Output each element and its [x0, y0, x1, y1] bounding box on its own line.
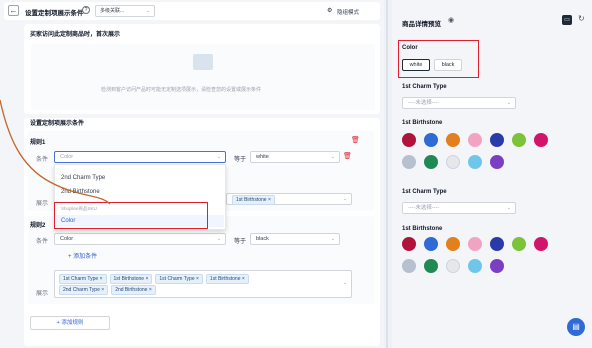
- condition-editor-panel: ← 设置定制项展示条件 ? 多级关联... ⌄ ⚙ 隐组模式 买家访问此定制商品…: [0, 0, 384, 348]
- rule-2-operator: 等于: [234, 239, 247, 245]
- chevron-down-icon: ⌄: [330, 236, 335, 242]
- gem-swatch[interactable]: [490, 237, 504, 251]
- birthstone-1-gems: [400, 131, 570, 177]
- chevron-down-icon: ⌄: [216, 154, 221, 160]
- editor-header: ← 设置定制项展示条件 ? 多级关联... ⌄ ⚙ 隐组模式: [4, 2, 380, 20]
- first-display-title: 买家访问此定制商品时，首次展示: [30, 32, 121, 38]
- rule-2-field-value: Color: [60, 236, 74, 242]
- display-tag[interactable]: 1st Charm Type ×: [155, 274, 203, 284]
- help-icon[interactable]: ?: [82, 6, 90, 14]
- color-swatch-black[interactable]: black: [434, 59, 462, 71]
- gem-swatch[interactable]: [446, 237, 460, 251]
- display-tag[interactable]: 2nd Birthstone ×: [111, 285, 156, 295]
- page-title: 设置定制项展示条件: [25, 10, 84, 17]
- preview-title: 商品详情预览: [402, 21, 441, 28]
- gem-swatch[interactable]: [468, 259, 482, 273]
- gem-swatch[interactable]: [446, 133, 460, 147]
- gem-swatch[interactable]: [468, 133, 482, 147]
- chevron-down-icon: ⌄: [330, 154, 335, 160]
- rule-2-tags-row-2: 2nd Charm Type × 2nd Birthstone ×: [59, 285, 347, 295]
- chevron-down-icon: ⌄: [506, 205, 511, 211]
- rule-1-value-select[interactable]: white ⌄: [250, 151, 340, 163]
- charm-type-2-placeholder: ----未选择----: [408, 205, 440, 211]
- chevron-down-icon: ⌄: [342, 196, 347, 202]
- rule-2-value: black: [256, 236, 269, 242]
- gem-swatch[interactable]: [446, 155, 460, 169]
- eye-icon[interactable]: ◉: [448, 16, 454, 24]
- rule-2-condition-label: 条件: [36, 239, 49, 245]
- gem-swatch[interactable]: [512, 237, 526, 251]
- panel-divider: [386, 0, 388, 348]
- birthstone-1-label: 1st Birthstone: [402, 120, 443, 126]
- rule-2-label: 规则2: [30, 223, 46, 229]
- gem-swatch[interactable]: [402, 237, 416, 251]
- linkage-dropdown-label: 多级关联...: [100, 8, 125, 14]
- gem-swatch[interactable]: [424, 155, 438, 169]
- gem-swatch[interactable]: [512, 133, 526, 147]
- color-swatch-label: black: [441, 62, 455, 68]
- gem-swatch[interactable]: [490, 133, 504, 147]
- back-button[interactable]: ←: [8, 5, 19, 16]
- gem-swatch[interactable]: [490, 259, 504, 273]
- layout-mode-icon[interactable]: ⚙: [327, 7, 332, 14]
- charm-type-1-placeholder: ----未选择----: [408, 100, 440, 106]
- rule-1-operator: 等于: [234, 157, 247, 163]
- gem-swatch[interactable]: [402, 155, 416, 169]
- display-tag[interactable]: 1st Charm Type ×: [59, 274, 107, 284]
- chevron-down-icon: ⌄: [342, 280, 347, 286]
- rule-1-value: white: [256, 154, 269, 160]
- charm-type-1-label: 1st Charm Type: [402, 84, 447, 90]
- gem-swatch[interactable]: [424, 259, 438, 273]
- display-tag[interactable]: 1st Birthstone ×: [205, 274, 249, 284]
- linkage-dropdown[interactable]: 多级关联... ⌄: [95, 5, 155, 17]
- gem-swatch[interactable]: [468, 155, 482, 169]
- charm-type-2-label: 1st Charm Type: [402, 189, 447, 195]
- charm-type-1-select[interactable]: ----未选择---- ⌄: [402, 97, 516, 109]
- gem-swatch[interactable]: [402, 133, 416, 147]
- gem-swatch[interactable]: [424, 237, 438, 251]
- rule-1-delete-icon[interactable]: 🗑: [351, 136, 360, 144]
- color-swatch-label: white: [409, 62, 423, 68]
- display-tag[interactable]: 1st Birthstone ×: [109, 274, 153, 284]
- gem-swatch[interactable]: [446, 259, 460, 273]
- color-option-label: Color: [402, 45, 418, 51]
- gem-swatch[interactable]: [534, 237, 548, 251]
- chevron-down-icon: ⌄: [216, 236, 221, 242]
- empty-state-text: 检测到客户访问产品时可能无定制选项展示，请检查您的设置或展示条件: [101, 87, 262, 93]
- birthstone-2-label: 1st Birthstone: [402, 226, 443, 232]
- rule-1-display-select[interactable]: 1st Birthstone × ⌄: [226, 193, 352, 205]
- gem-swatch[interactable]: [534, 133, 548, 147]
- charm-type-2-select[interactable]: ----未选择---- ⌄: [402, 202, 516, 214]
- rule-2-tags-row-1: 1st Charm Type × 1st Birthstone × 1st Char…: [59, 274, 347, 284]
- chevron-down-icon: ⌄: [506, 100, 511, 106]
- annotation-connector: [0, 99, 111, 205]
- rule-2-field-select[interactable]: Color ⌄: [54, 233, 226, 245]
- gem-swatch[interactable]: [468, 237, 482, 251]
- add-condition-link[interactable]: + 添加条件: [68, 251, 97, 260]
- gem-swatch[interactable]: [490, 155, 504, 169]
- add-rule-label: + 添加规则: [56, 320, 84, 326]
- empty-box-icon: [193, 54, 213, 70]
- rule-2-display-label: 展示: [36, 291, 49, 297]
- refresh-icon[interactable]: ↻: [578, 14, 585, 23]
- rule-2-value-select[interactable]: black ⌄: [250, 233, 340, 245]
- rule-1-display-tag[interactable]: 1st Birthstone ×: [232, 195, 275, 205]
- birthstone-2-gems: [400, 235, 570, 281]
- rule-2-display-select[interactable]: 1st Charm Type × 1st Birthstone × 1st Char…: [54, 270, 352, 298]
- chat-icon[interactable]: ▤: [567, 318, 585, 336]
- rule-1-condition-delete-icon[interactable]: 🗑: [343, 152, 352, 160]
- device-switch-icon[interactable]: ▭: [562, 15, 572, 25]
- color-swatch-white[interactable]: white: [402, 59, 430, 71]
- chevron-down-icon: ⌄: [145, 8, 150, 14]
- gem-swatch[interactable]: [424, 133, 438, 147]
- mode-label[interactable]: 隐组模式: [337, 8, 359, 16]
- product-preview-panel: 商品详情预览 ◉ ▭ ↻ Color white black 1st Charm…: [392, 0, 592, 348]
- add-rule-button[interactable]: + 添加规则: [30, 316, 110, 330]
- display-tag[interactable]: 2nd Charm Type ×: [59, 285, 109, 295]
- gem-swatch[interactable]: [402, 259, 416, 273]
